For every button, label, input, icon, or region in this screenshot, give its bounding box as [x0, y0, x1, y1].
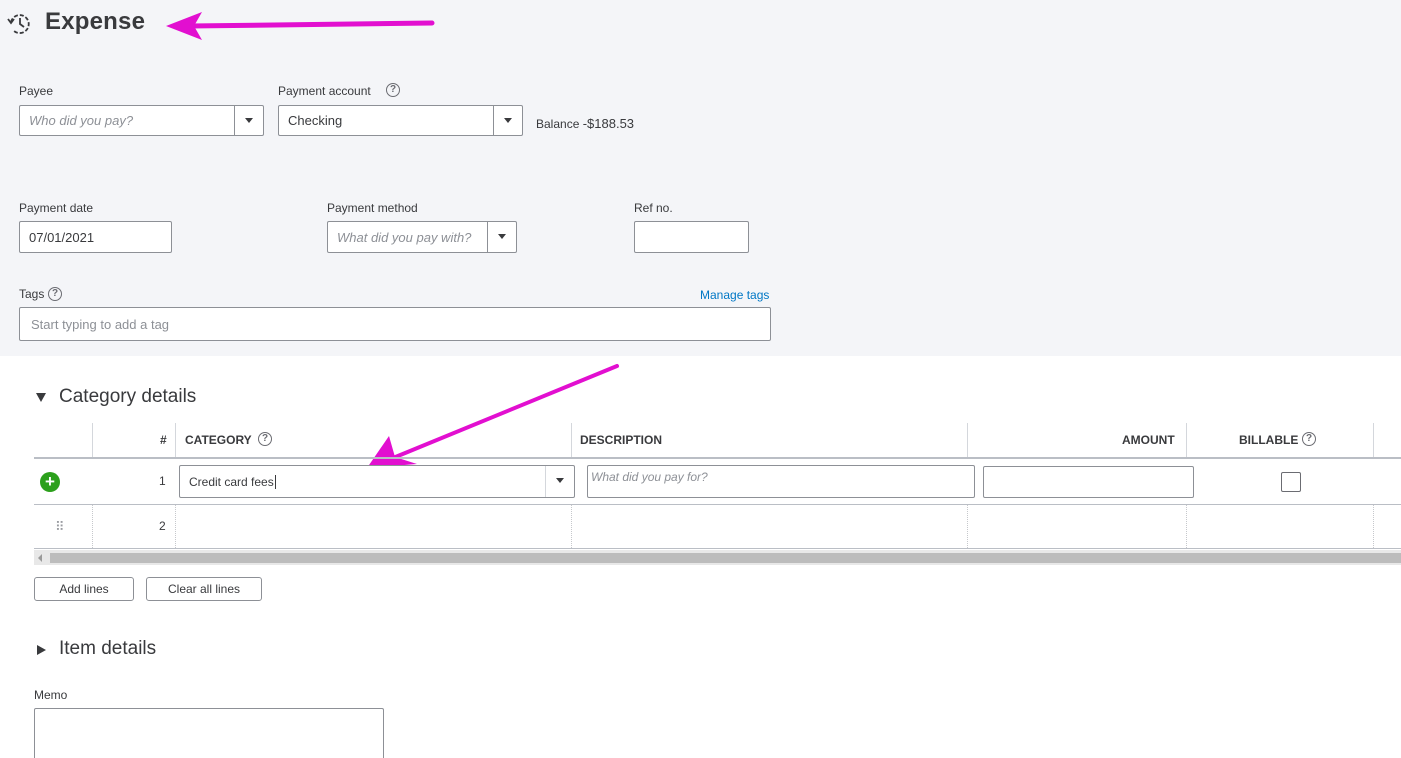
annotation-arrow-title: [166, 12, 435, 40]
payment-account-value: Checking: [288, 113, 343, 128]
col-divider: [1186, 423, 1187, 457]
category-dropdown-button[interactable]: [545, 466, 574, 497]
table-row-divider: [34, 504, 1401, 505]
description-input[interactable]: What did you pay for?: [587, 465, 975, 498]
category-help-icon[interactable]: ?: [258, 432, 272, 446]
col-divider: [92, 505, 93, 548]
table-horizontal-scrollbar[interactable]: [34, 550, 1401, 565]
column-header-description: DESCRIPTION: [580, 433, 663, 447]
payment-method-placeholder: What did you pay with?: [337, 230, 472, 245]
payment-account-help-icon[interactable]: ?: [386, 83, 400, 97]
balance-value: -$188.53: [582, 116, 635, 131]
clear-all-lines-button[interactable]: Clear all lines: [146, 577, 262, 601]
row-number: 1: [159, 474, 166, 488]
payment-date-value: 07/01/2021: [29, 230, 95, 245]
payment-method-label: Payment method: [327, 201, 418, 215]
col-divider: [571, 423, 572, 457]
amount-input[interactable]: [983, 466, 1194, 498]
category-value: Credit card fees: [189, 475, 276, 489]
add-line-icon[interactable]: +: [40, 472, 60, 492]
scrollbar-thumb[interactable]: [50, 553, 1401, 563]
column-header-amount: AMOUNT: [1122, 433, 1175, 447]
col-divider: [1186, 505, 1187, 548]
payment-date-input[interactable]: 07/01/2021: [19, 221, 172, 253]
scroll-left-arrow-icon[interactable]: [38, 554, 42, 562]
payment-account-label: Payment account: [278, 84, 371, 98]
table-header-divider: [34, 457, 1401, 459]
payment-method-dropdown-button[interactable]: [487, 222, 516, 252]
tags-help-icon[interactable]: ?: [48, 287, 62, 301]
page-title: Expense: [45, 8, 146, 35]
category-select[interactable]: Credit card fees: [179, 465, 575, 498]
col-divider: [967, 423, 968, 457]
payment-account-dropdown-button[interactable]: [493, 106, 522, 135]
col-divider: [92, 423, 93, 457]
memo-label: Memo: [34, 688, 68, 702]
payment-date-label: Payment date: [19, 201, 94, 215]
ref-no-label: Ref no.: [634, 201, 673, 215]
manage-tags-link[interactable]: Manage tags: [700, 288, 769, 302]
column-header-billable: BILLABLE: [1239, 433, 1299, 447]
payment-account-select[interactable]: Checking: [278, 105, 523, 136]
col-divider: [1373, 505, 1374, 548]
tags-label: Tags: [19, 287, 45, 301]
payee-label: Payee: [19, 84, 54, 98]
payment-method-select[interactable]: What did you pay with?: [327, 221, 517, 253]
add-lines-button[interactable]: Add lines: [34, 577, 134, 601]
col-divider: [571, 505, 572, 548]
billable-checkbox[interactable]: [1281, 472, 1301, 492]
drag-handle-icon[interactable]: ⠿: [55, 519, 64, 535]
recurring-clock-icon[interactable]: [6, 10, 34, 38]
table-bottom-divider: [34, 548, 1401, 549]
ref-no-input[interactable]: [634, 221, 749, 253]
row-number: 2: [159, 519, 166, 533]
category-details-title[interactable]: Category details: [59, 386, 196, 408]
tags-input[interactable]: Start typing to add a tag: [19, 307, 771, 341]
item-details-title[interactable]: Item details: [59, 638, 156, 660]
col-divider: [967, 505, 968, 548]
column-header-category: CATEGORY: [185, 433, 252, 447]
tags-placeholder: Start typing to add a tag: [31, 317, 170, 332]
item-details-expand-icon[interactable]: [37, 645, 46, 655]
balance: Balance -$188.53: [536, 116, 634, 131]
column-header-number: #: [160, 433, 167, 447]
payee-select[interactable]: Who did you pay?: [19, 105, 264, 136]
balance-label: Balance: [536, 117, 580, 131]
col-divider: [175, 505, 176, 548]
billable-help-icon[interactable]: ?: [1302, 432, 1316, 446]
col-divider: [175, 423, 176, 457]
description-placeholder: What did you pay for?: [591, 470, 708, 484]
payee-placeholder: Who did you pay?: [29, 113, 134, 128]
category-details-collapse-icon[interactable]: [36, 393, 46, 402]
form-header-area: [0, 0, 1401, 356]
memo-textarea[interactable]: [34, 708, 384, 758]
payee-dropdown-button[interactable]: [234, 106, 263, 135]
col-divider: [1373, 423, 1374, 457]
